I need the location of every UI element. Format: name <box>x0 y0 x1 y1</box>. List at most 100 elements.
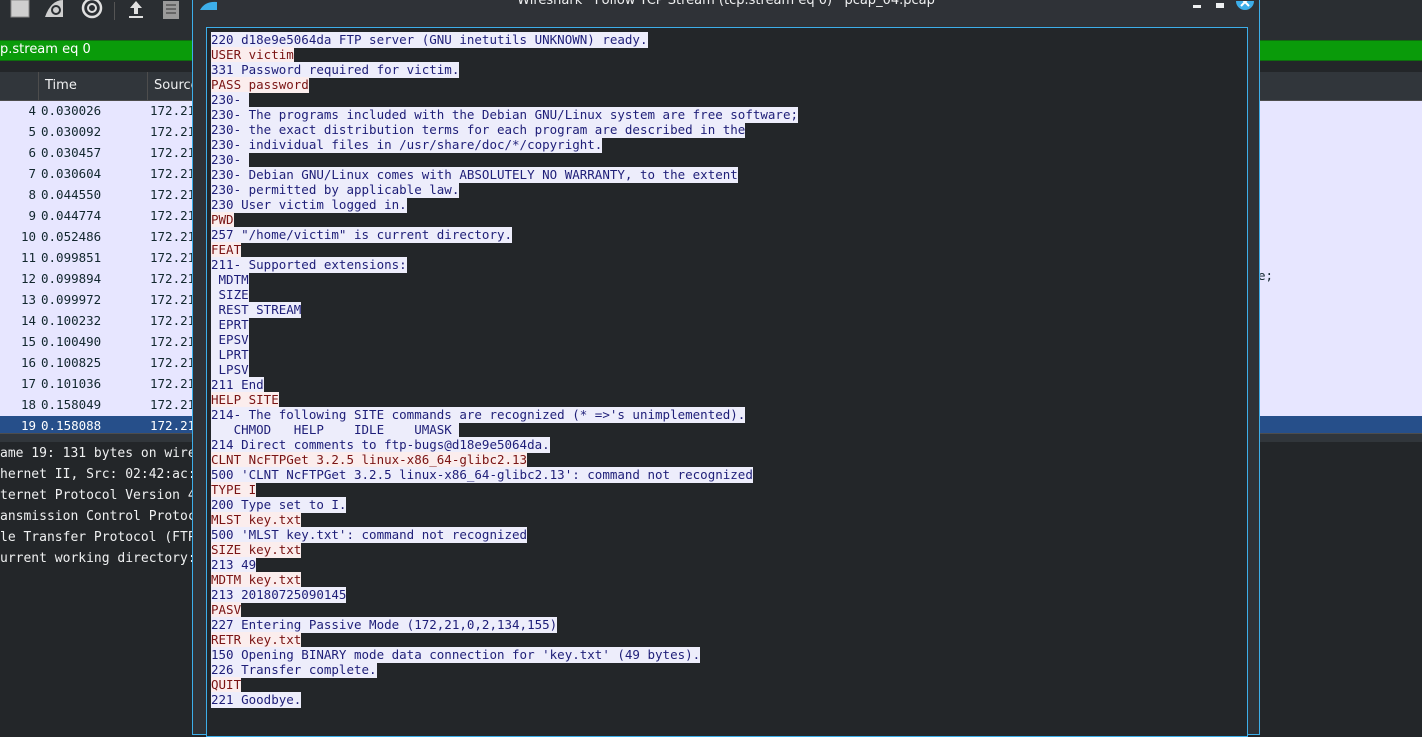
column-header-time[interactable]: Time <box>38 72 147 100</box>
packet-time: 0.099972 <box>41 292 102 307</box>
stream-line-text: RETR key.txt <box>211 632 302 648</box>
client-line: TYPE I <box>211 482 798 498</box>
stream-line-text: 230- the exact distribution terms for ea… <box>211 122 746 138</box>
packet-source: 172.21 <box>150 145 196 160</box>
client-line: USER victim <box>211 47 798 63</box>
packet-time: 0.044550 <box>41 187 102 202</box>
packet-time: 0.099851 <box>41 250 102 265</box>
dialog-title: Wireshark · Follow TCP Stream (tcp.strea… <box>517 0 935 8</box>
packet-number: 14 <box>20 313 36 328</box>
stream-line-text: MDTM <box>211 272 249 288</box>
packet-info-tail: e; <box>1258 268 1274 283</box>
stream-line-text: 213 20180725090145 <box>211 587 347 603</box>
server-line: LPRT <box>211 347 798 363</box>
close-icon[interactable] <box>1236 0 1254 15</box>
stream-line-text: CHMOD HELP IDLE UMASK <box>211 422 460 438</box>
stream-line-text: SIZE key.txt <box>211 542 302 558</box>
server-line: 200 Type set to I. <box>211 497 798 513</box>
follow-tcp-stream-dialog: Wireshark · Follow TCP Stream (tcp.strea… <box>192 0 1260 737</box>
packet-number: 5 <box>28 124 36 139</box>
file-icon[interactable] <box>160 0 184 20</box>
stream-line-text: 257 "/home/victim" is current directory. <box>211 227 513 243</box>
stream-line-text: PASS password <box>211 77 309 93</box>
packet-time: 0.100490 <box>41 334 102 349</box>
server-line: 213 49 <box>211 557 798 573</box>
stream-line-text: 230- <box>211 152 249 168</box>
server-line: 214- The following SITE commands are rec… <box>211 407 798 423</box>
stream-line-text: SIZE <box>211 287 249 303</box>
stream-line-text: 200 Type set to I. <box>211 497 347 513</box>
server-line: 214 Direct comments to ftp-bugs@d18e9e50… <box>211 437 798 453</box>
detail-tree-item[interactable]: hernet II, Src: 02:42:ac: <box>0 467 196 482</box>
detail-tree-item[interactable]: le Transfer Protocol (FTP <box>0 530 196 545</box>
packet-number: 7 <box>28 166 36 181</box>
detail-tree-item[interactable]: ame 19: 131 bytes on wire <box>0 446 196 461</box>
client-line: FEAT <box>211 242 798 258</box>
client-line: CLNT NcFTPGet 3.2.5 linux-x86_64-glibc2.… <box>211 452 798 468</box>
packet-time: 0.030026 <box>41 103 102 118</box>
server-line: MDTM <box>211 272 798 288</box>
packet-number: 8 <box>28 187 36 202</box>
client-line: MDTM key.txt <box>211 572 798 588</box>
packet-source: 172.21 <box>150 355 196 370</box>
packet-time: 0.100825 <box>41 355 102 370</box>
stream-line-text: EPSV <box>211 332 249 348</box>
packet-number: 9 <box>28 208 36 223</box>
stream-line-text: 500 'MLST key.txt': command not recogniz… <box>211 527 528 543</box>
stream-line-text: 211- Supported extensions: <box>211 257 407 273</box>
stream-line-text: 230- The programs included with the Debi… <box>211 107 798 123</box>
packet-number: 10 <box>20 229 36 244</box>
stream-line-text: 226 Transfer complete. <box>211 662 377 678</box>
stream-line-text: CLNT NcFTPGet 3.2.5 linux-x86_64-glibc2.… <box>211 452 528 468</box>
server-line: EPSV <box>211 332 798 348</box>
packet-source: 172.21 <box>150 397 196 412</box>
stream-line-text: 211 End <box>211 377 264 393</box>
packet-number: 15 <box>20 334 36 349</box>
packet-source: 172.21 <box>150 208 196 223</box>
stream-line-text: 220 d18e9e5064da FTP server (GNU inetuti… <box>211 32 648 48</box>
detail-tree-item[interactable]: ternet Protocol Version 4 <box>0 488 196 503</box>
packet-time: 0.158049 <box>41 397 102 412</box>
client-line: PASS password <box>211 77 798 93</box>
packet-time: 0.158088 <box>41 418 102 433</box>
client-line: PASV <box>211 602 798 618</box>
gear-icon[interactable] <box>80 0 104 20</box>
packet-source: 172.21 <box>150 292 196 307</box>
stream-line-text: 331 Password required for victim. <box>211 62 460 78</box>
packet-time: 0.099894 <box>41 271 102 286</box>
stop-capture-icon[interactable] <box>8 0 32 20</box>
packet-number: 4 <box>28 103 36 118</box>
server-line: 230- permitted by applicable law. <box>211 182 798 198</box>
stream-line-text: LPSV <box>211 362 249 378</box>
stream-line-text: PASV <box>211 602 242 618</box>
server-line: 230- individual files in /usr/share/doc/… <box>211 137 798 153</box>
packet-source: 172.21 <box>150 334 196 349</box>
stream-content-view[interactable]: 220 d18e9e5064da FTP server (GNU inetuti… <box>206 27 1248 737</box>
minimize-icon[interactable] <box>1191 0 1205 15</box>
display-filter-input[interactable]: p.stream eq 0 <box>0 42 91 57</box>
stream-line-text: HELP SITE <box>211 392 279 408</box>
server-line: 227 Entering Passive Mode (172,21,0,2,13… <box>211 617 798 633</box>
packet-number: 16 <box>20 355 36 370</box>
detail-tree-item[interactable]: ansmission Control Protoc <box>0 509 196 524</box>
stream-line-text: 230- Debian GNU/Linux comes with ABSOLUT… <box>211 167 738 183</box>
stream-line-text: 230- permitted by applicable law. <box>211 182 460 198</box>
client-line: MLST key.txt <box>211 512 798 528</box>
server-line: 150 Opening BINARY mode data connection … <box>211 647 798 663</box>
stream-line-text: 230- <box>211 92 249 108</box>
server-line: 230- <box>211 152 798 168</box>
shark-fin-restart-icon[interactable] <box>43 0 67 20</box>
client-line: HELP SITE <box>211 392 798 408</box>
upload-icon[interactable] <box>124 0 148 20</box>
column-header-no[interactable] <box>0 72 38 100</box>
stream-line-text: USER victim <box>211 47 294 63</box>
server-line: 230- Debian GNU/Linux comes with ABSOLUT… <box>211 167 798 183</box>
maximize-icon[interactable] <box>1214 0 1228 15</box>
packet-time: 0.044774 <box>41 208 102 223</box>
packet-number: 18 <box>20 397 36 412</box>
server-line: 213 20180725090145 <box>211 587 798 603</box>
detail-tree-item[interactable]: urrent working directory: <box>0 551 196 566</box>
packet-source: 172.21 <box>150 250 196 265</box>
server-line: 500 'MLST key.txt': command not recogniz… <box>211 527 798 543</box>
stream-line-text: PWD <box>211 212 234 228</box>
